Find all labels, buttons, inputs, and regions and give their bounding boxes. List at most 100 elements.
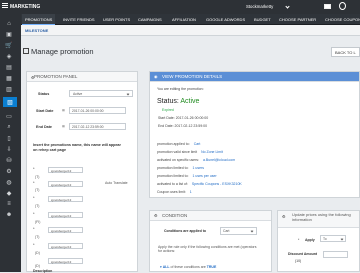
status-label: Status bbox=[38, 92, 50, 96]
page-title: Manage promotion bbox=[31, 47, 94, 56]
lock-icon[interactable]: ◈ bbox=[5, 52, 13, 60]
promotion-icon[interactable]: ▧ bbox=[3, 97, 17, 107]
conditions-select[interactable]: Cart bbox=[220, 227, 257, 235]
start-date-input[interactable]: 2017-01-26 00:00:00 bbox=[69, 107, 126, 114]
subnav-milestone[interactable]: MILESTONE bbox=[25, 25, 48, 36]
settings-icon[interactable]: ▦ bbox=[5, 74, 13, 82]
nav-choose-coupon[interactable]: CHOOSE COUPON bbox=[325, 14, 360, 25]
details-panel-header: ◉ VIEW PROMOTION DETAILS bbox=[150, 72, 359, 82]
condition-panel: ⚙ CONDITION Conditions are applied to Ca… bbox=[149, 210, 272, 272]
nav-budget[interactable]: BUDGET bbox=[254, 14, 271, 25]
flag-label: (T) bbox=[35, 188, 40, 192]
phone-icon[interactable]: ▯ bbox=[5, 134, 13, 142]
calendar-icon: ▦ bbox=[62, 124, 65, 128]
gear-icon[interactable]: ⚙ bbox=[5, 167, 13, 175]
promotion-panel-header: PROMOTION PANEL ⚙ bbox=[27, 72, 137, 82]
apply-select[interactable]: To bbox=[320, 235, 346, 242]
update-panel-header: ⚙ Update prices using the following info… bbox=[278, 211, 359, 228]
back-button[interactable]: BACK TO L bbox=[331, 47, 360, 57]
flag-label: (T) bbox=[35, 204, 40, 208]
apply-label: Apply bbox=[305, 238, 315, 242]
start-date-text: Start Date: 2017-01-26 00:00:00 bbox=[158, 116, 209, 120]
details-panel: ◉ VIEW PROMOTION DETAILS You are editing… bbox=[149, 71, 360, 198]
end-date-label: End Date bbox=[36, 125, 52, 129]
chevron-down-icon bbox=[126, 92, 130, 96]
home-icon[interactable]: ⌂ bbox=[5, 20, 13, 28]
flag-label: (T) bbox=[35, 175, 40, 179]
flag-label: (FI) bbox=[35, 220, 41, 224]
page-title-icon bbox=[23, 48, 29, 54]
required-mark: * bbox=[33, 211, 35, 216]
name-input[interactable]: ignelsbezger13 bbox=[48, 243, 83, 249]
promotion-panel: PROMOTION PANEL ⚙ Status Active Start Da… bbox=[26, 71, 138, 273]
gear-icon: ⚙ bbox=[282, 214, 286, 219]
nav-affiliation[interactable]: AFFILIATION bbox=[172, 14, 196, 25]
detail-row: promotion valid since limit No Zone Limi… bbox=[157, 150, 223, 154]
name-input[interactable]: ignelsbezger13 bbox=[48, 196, 83, 202]
name-input[interactable]: ignelsbezger13 bbox=[48, 212, 83, 218]
required-mark: * bbox=[33, 242, 35, 247]
detail-row: Coupon uses limit: 1 bbox=[157, 190, 192, 194]
list-icon[interactable]: ≡ bbox=[5, 200, 13, 208]
menu-icon[interactable] bbox=[2, 3, 8, 8]
required-mark: * bbox=[298, 238, 300, 242]
gear-icon: ⚙ bbox=[154, 213, 158, 218]
editing-text: You are editing the promotion: bbox=[157, 87, 204, 91]
flag-label: (D) bbox=[35, 251, 40, 255]
top-bar: MARKETING Stockmarketty bbox=[0, 0, 360, 14]
person-icon[interactable]: ☻ bbox=[5, 211, 13, 219]
main-navigation: PROMOTIONS INVITE FRIENDS USER POINTS CA… bbox=[21, 14, 360, 25]
chevron-down-icon bbox=[285, 4, 290, 9]
user-name: Stockmarketty bbox=[246, 4, 274, 9]
flag-label: (T) bbox=[35, 235, 40, 239]
all-condition-text: ▾ ALL of these conditions are TRUE bbox=[160, 265, 217, 269]
discount-value: (10) bbox=[295, 259, 302, 263]
tag-icon[interactable]: ◆ bbox=[5, 189, 13, 197]
brand-text: MARKETING bbox=[10, 4, 41, 10]
user-avatar-icon[interactable] bbox=[339, 2, 346, 10]
detail-row: promotion applied to: Cart bbox=[157, 142, 201, 146]
start-date-label: Start Date bbox=[36, 109, 54, 113]
detail-row: activated to a list of: Specific Coupons… bbox=[157, 182, 242, 186]
nav-user-points[interactable]: USER POINTS bbox=[103, 14, 130, 25]
end-date-input[interactable]: 2017-02-12 23:59:00 bbox=[69, 123, 126, 130]
calendar-icon: ▦ bbox=[62, 108, 65, 112]
required-mark: * bbox=[33, 226, 35, 231]
condition-panel-title: CONDITION bbox=[162, 213, 188, 218]
details-panel-title: VIEW PROMOTION DETAILS bbox=[162, 74, 223, 79]
wallet-icon[interactable]: ▭ bbox=[5, 112, 13, 120]
update-panel: ⚙ Update prices using the following info… bbox=[277, 210, 360, 272]
auto-translate-button[interactable]: Auto Translate bbox=[105, 181, 128, 185]
nav-google-adwords[interactable]: GOOGLE ADWORDS bbox=[206, 14, 245, 25]
required-mark: * bbox=[33, 195, 35, 200]
book-icon[interactable]: ▤ bbox=[5, 63, 13, 71]
database-icon[interactable]: ⛁ bbox=[5, 156, 13, 164]
discount-amount-input[interactable] bbox=[323, 251, 348, 258]
settings-icon: ⚙ bbox=[31, 75, 35, 80]
sub-navigation: MILESTONE bbox=[21, 25, 360, 36]
name-heading: Insert the promotions name, this name wi… bbox=[33, 143, 121, 152]
name-input[interactable]: ignelsbezger13 bbox=[48, 227, 83, 233]
flag-icon bbox=[324, 4, 331, 9]
nav-choose-partner[interactable]: CHOOSE PARTNER bbox=[279, 14, 316, 25]
name-input[interactable]: ignelsbezger13 bbox=[48, 181, 83, 187]
globe-icon[interactable]: ◍ bbox=[5, 178, 13, 186]
name-input[interactable]: ignelsbezger13 bbox=[48, 258, 83, 264]
chevron-down-icon bbox=[340, 237, 344, 241]
download-icon[interactable]: ⇩ bbox=[5, 145, 13, 153]
chart-icon[interactable]: ▥ bbox=[5, 85, 13, 93]
name-input[interactable]: ignelsbezger13 bbox=[48, 167, 83, 173]
required-mark: * bbox=[33, 180, 35, 185]
detail-row: promotion limited to: 1 users bbox=[157, 166, 204, 170]
detail-row: activated on specific users: a.Bunel@icl… bbox=[157, 158, 236, 162]
nav-promotions[interactable]: PROMOTIONS bbox=[22, 14, 56, 25]
conditions-label: Conditions are applied to bbox=[164, 229, 207, 233]
users-icon[interactable]: ▣ bbox=[5, 30, 13, 38]
cart-icon[interactable]: 🛒 bbox=[5, 41, 13, 49]
condition-panel-header: ⚙ CONDITION bbox=[150, 211, 271, 221]
nav-campaigns[interactable]: CAMPAIGNS bbox=[138, 14, 162, 25]
chevron-down-icon bbox=[250, 229, 254, 233]
status-select[interactable]: Active bbox=[69, 90, 133, 97]
nav-invite-friends[interactable]: INVITE FRIENDS bbox=[63, 14, 95, 25]
search-icon[interactable]: ⌕ bbox=[5, 123, 13, 131]
